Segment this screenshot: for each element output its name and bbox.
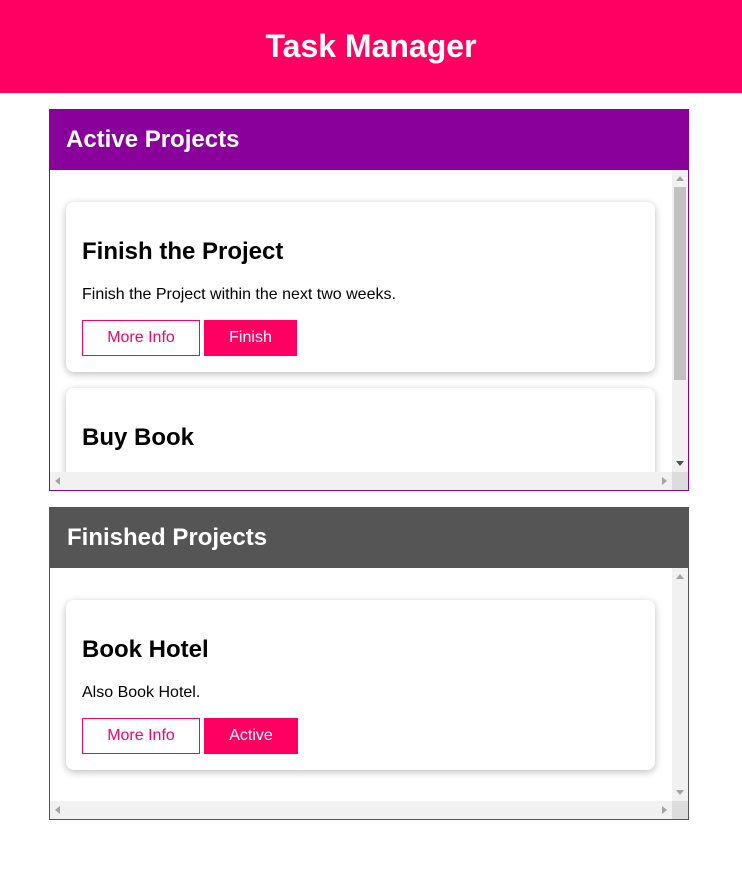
activate-button[interactable]: Active [204, 718, 298, 754]
scroll-down-arrow-icon[interactable] [676, 461, 684, 466]
project-card: Book Hotel Also Book Hotel. More Info Ac… [66, 600, 655, 770]
vertical-scrollbar[interactable] [672, 170, 688, 472]
active-projects-section: Active Projects Finish the Project Finis… [49, 109, 689, 491]
section-title: Finished Projects [67, 524, 268, 551]
project-title: Finish the Project [82, 238, 284, 265]
section-title: Active Projects [66, 126, 240, 153]
more-info-button[interactable]: More Info [82, 320, 200, 356]
scrollbar-corner [672, 472, 688, 490]
project-description: Finish the Project within the next two w… [82, 286, 396, 303]
project-card: Buy Book [66, 388, 655, 472]
project-title: Book Hotel [82, 636, 209, 663]
vertical-scrollbar[interactable] [672, 568, 688, 801]
scroll-down-arrow-icon[interactable] [676, 790, 684, 795]
finish-button[interactable]: Finish [204, 320, 297, 356]
project-list[interactable]: Finish the Project Finish the Project wi… [50, 170, 688, 490]
scroll-up-arrow-icon[interactable] [676, 176, 684, 181]
project-card: Finish the Project Finish the Project wi… [66, 202, 655, 372]
horizontal-scrollbar[interactable] [50, 801, 672, 819]
app-header: Task Manager [0, 0, 742, 93]
section-header: Finished Projects [50, 508, 688, 568]
finished-projects-section: Finished Projects Book Hotel Also Book H… [49, 507, 689, 820]
more-info-button[interactable]: More Info [82, 718, 200, 754]
scroll-left-arrow-icon[interactable] [55, 806, 60, 814]
scroll-right-arrow-icon[interactable] [662, 806, 667, 814]
scrollbar-corner [672, 801, 688, 819]
scroll-right-arrow-icon[interactable] [662, 477, 667, 485]
scrollbar-thumb[interactable] [674, 187, 686, 380]
horizontal-scrollbar[interactable] [50, 472, 672, 490]
project-description: Also Book Hotel. [82, 684, 201, 701]
section-header: Active Projects [50, 110, 688, 170]
scroll-up-arrow-icon[interactable] [676, 574, 684, 579]
project-title: Buy Book [82, 424, 195, 451]
scroll-left-arrow-icon[interactable] [55, 477, 60, 485]
app-title: Task Manager [265, 28, 477, 64]
project-list[interactable]: Book Hotel Also Book Hotel. More Info Ac… [50, 568, 688, 819]
